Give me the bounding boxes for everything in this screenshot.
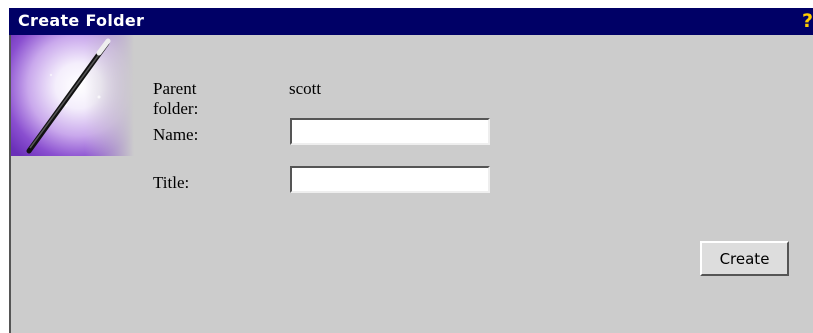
dialog-titlebar: Create Folder ? bbox=[9, 8, 813, 35]
dialog-title: Create Folder bbox=[18, 11, 145, 30]
create-folder-dialog: Create Folder ? Parent folder: scott Nam… bbox=[9, 8, 813, 333]
title-input[interactable] bbox=[290, 166, 490, 193]
title-label: Title: bbox=[153, 173, 190, 192]
magic-wand-icon bbox=[11, 35, 134, 156]
name-input[interactable] bbox=[290, 118, 490, 145]
create-button[interactable]: Create bbox=[700, 241, 789, 276]
parent-folder-label: Parent folder: bbox=[153, 79, 199, 118]
parent-folder-value: scott bbox=[289, 79, 322, 98]
name-label: Name: bbox=[153, 125, 199, 144]
help-question-icon[interactable]: ? bbox=[799, 10, 813, 32]
